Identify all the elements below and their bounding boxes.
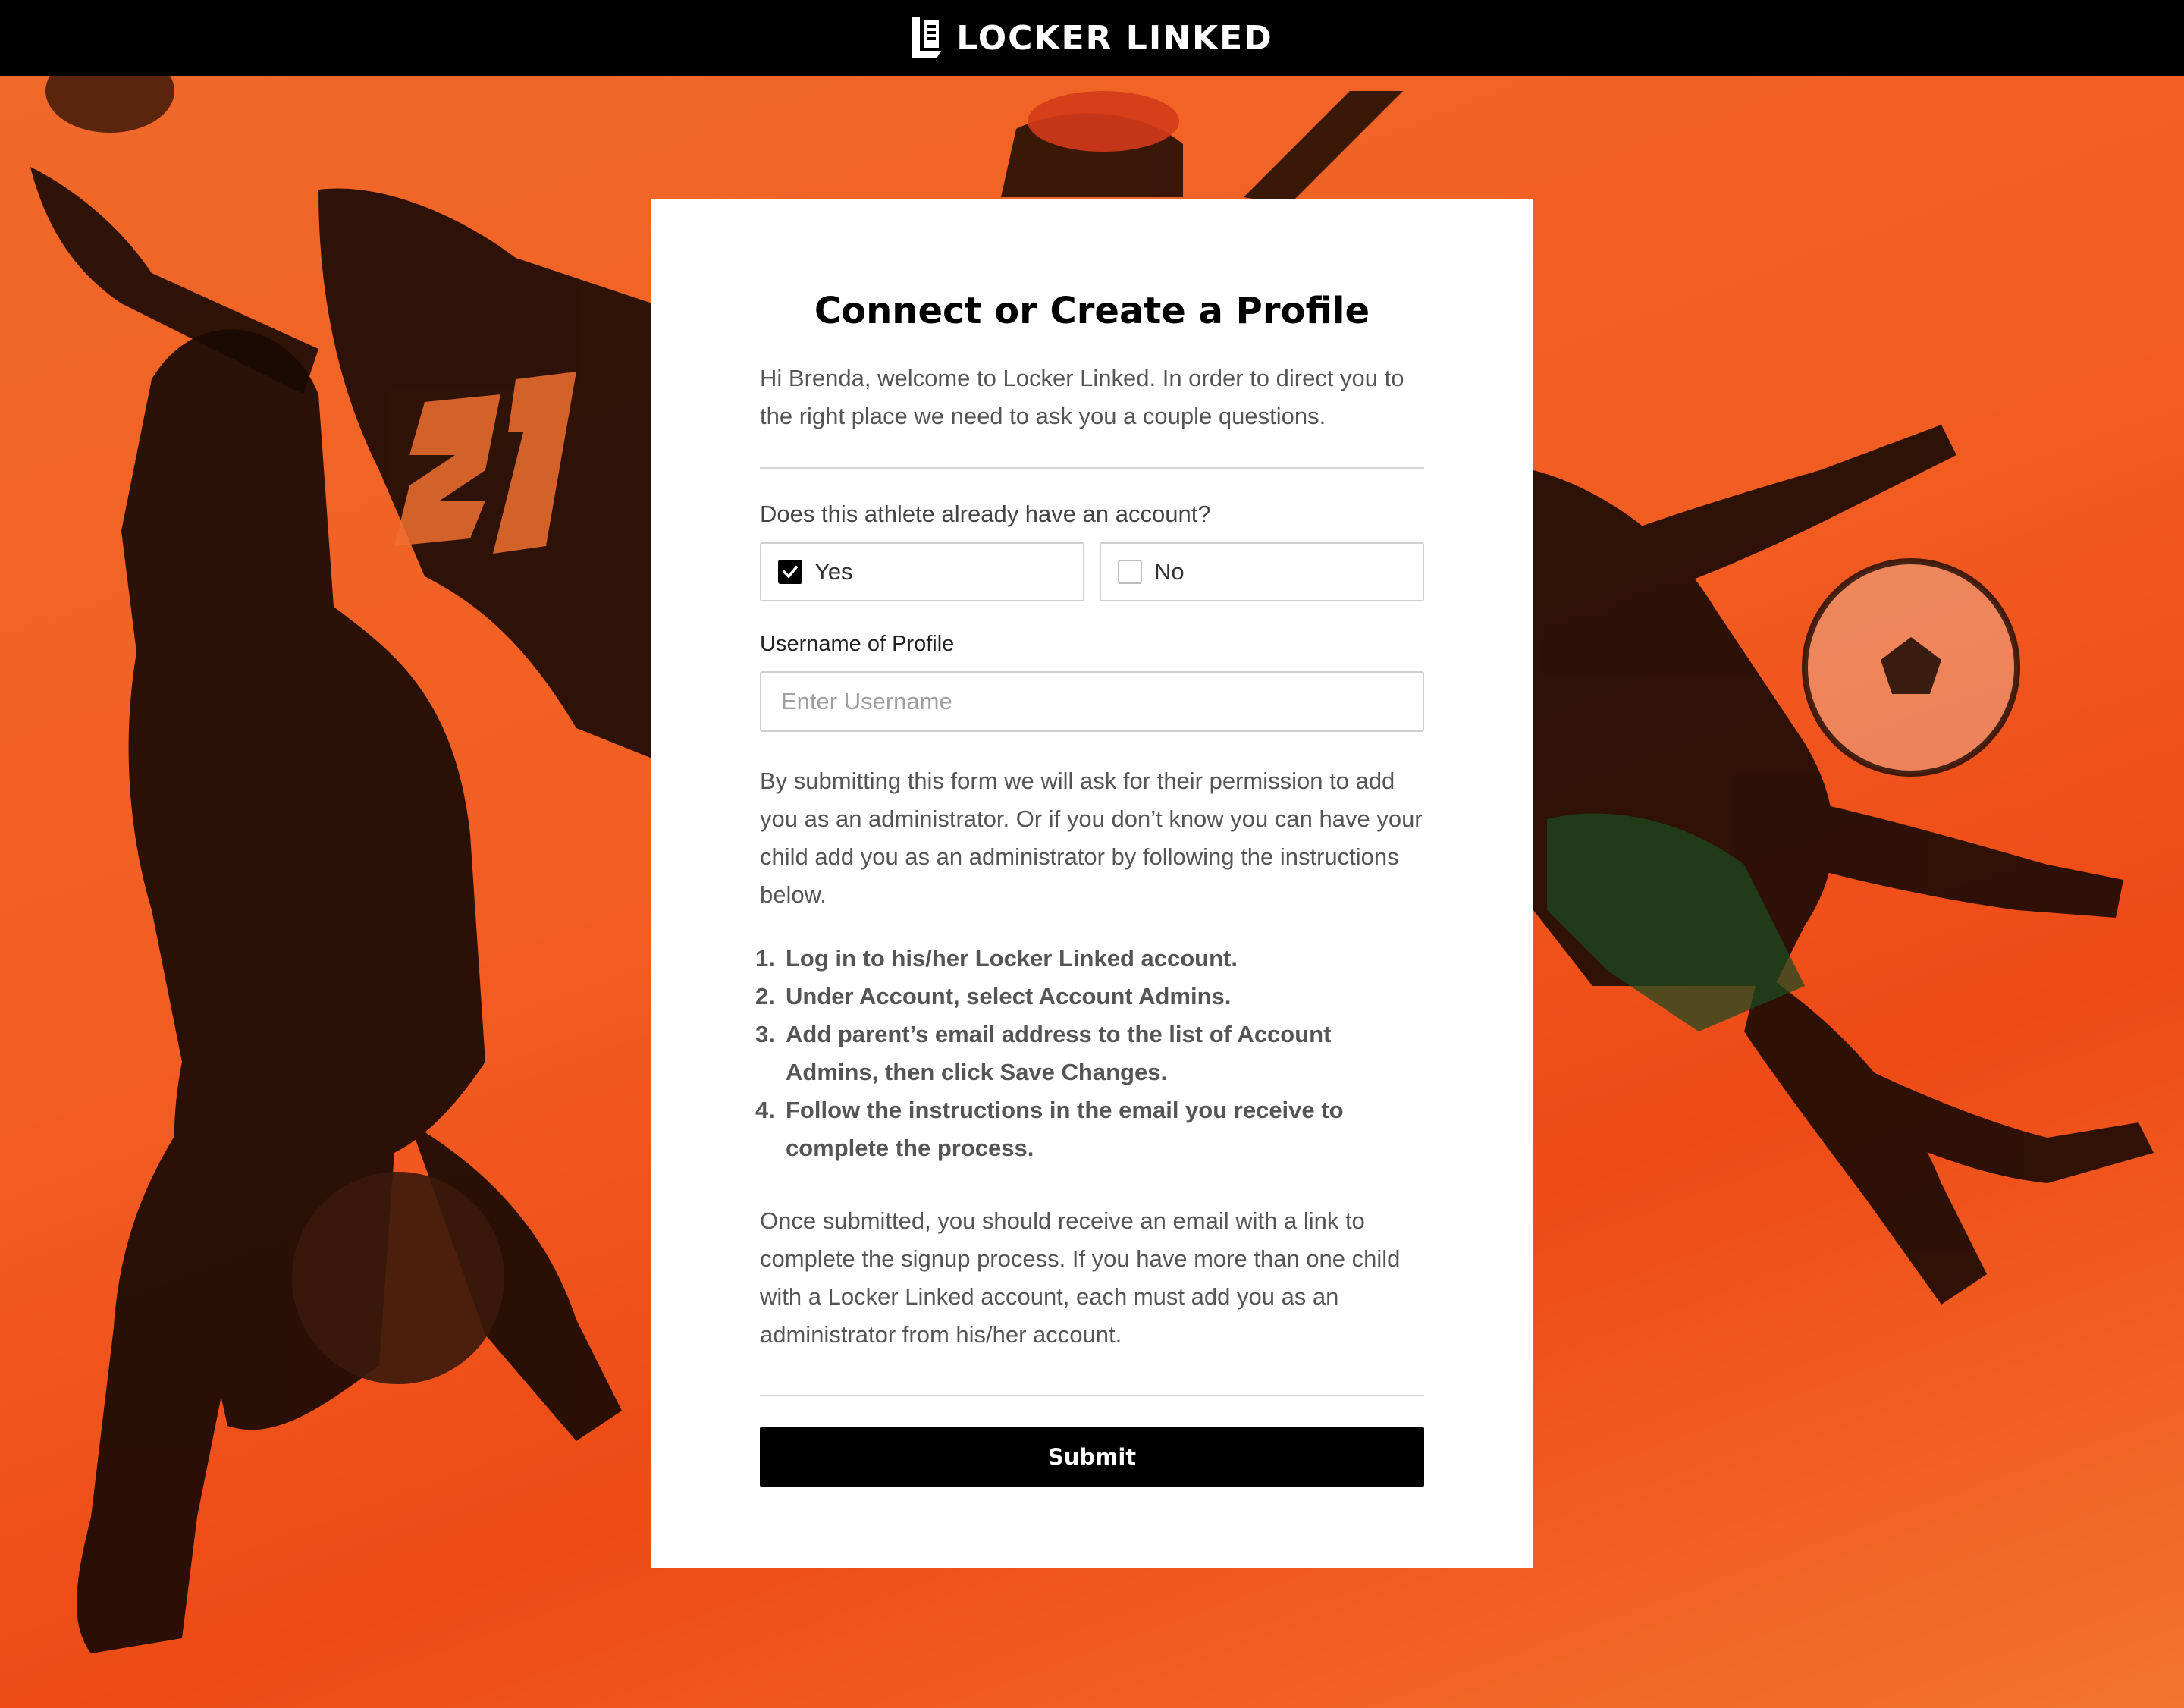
divider (760, 467, 1424, 469)
step-item: 2. Under Account, select Account Admins. (755, 978, 1424, 1016)
step-text: Add parent’s email address to the list o… (786, 1021, 1332, 1085)
choice-yes[interactable]: Yes (760, 542, 1084, 601)
permission-text: By submitting this form we will ask for … (760, 768, 1423, 908)
no-checkbox[interactable] (1118, 560, 1142, 584)
step-item: 4. Follow the instructions in the email … (755, 1091, 1424, 1167)
yes-checkbox[interactable] (778, 560, 802, 584)
step-text: Follow the instructions in the email you… (786, 1097, 1344, 1161)
intro-text: Hi Brenda, welcome to Locker Linked. In … (760, 365, 1404, 429)
brand-name: LOCKER LINKED (956, 18, 1273, 58)
choice-yes-label: Yes (814, 558, 853, 585)
check-icon (782, 565, 799, 579)
account-choice-group: Yes No (760, 542, 1424, 601)
divider (760, 1395, 1424, 1396)
basketball (292, 1172, 504, 1384)
step-text: Log in to his/her Locker Linked account. (786, 945, 1238, 972)
submit-button[interactable]: Submit (760, 1427, 1424, 1487)
step-item: 3. Add parent’s email address to the lis… (755, 1016, 1424, 1091)
choice-no-label: No (1154, 558, 1185, 585)
brand-logo[interactable]: LOCKER LINKED (911, 16, 1272, 60)
step-number: 3. (755, 1021, 775, 1047)
instruction-steps: 1. Log in to his/her Locker Linked accou… (755, 940, 1424, 1167)
top-bar: LOCKER LINKED (0, 0, 2184, 76)
choice-no[interactable]: No (1100, 542, 1424, 601)
step-text: Under Account, select Account Admins. (786, 983, 1232, 1009)
account-question: Does this athlete already have an accoun… (760, 501, 1211, 527)
step-number: 4. (755, 1097, 775, 1123)
username-input[interactable] (760, 671, 1424, 732)
step-number: 2. (755, 983, 775, 1009)
username-label: Username of Profile (760, 632, 955, 656)
locker-logo-icon (912, 17, 942, 58)
step-item: 1. Log in to his/her Locker Linked accou… (755, 940, 1424, 978)
after-submit-text: Once submitted, you should receive an em… (760, 1207, 1401, 1348)
step-number: 1. (755, 945, 775, 972)
page-title: Connect or Create a Profile (814, 290, 1370, 332)
profile-form-card: Connect or Create a Profile Hi Brenda, w… (651, 199, 1533, 1568)
cap (1028, 91, 1179, 152)
football (46, 76, 174, 133)
